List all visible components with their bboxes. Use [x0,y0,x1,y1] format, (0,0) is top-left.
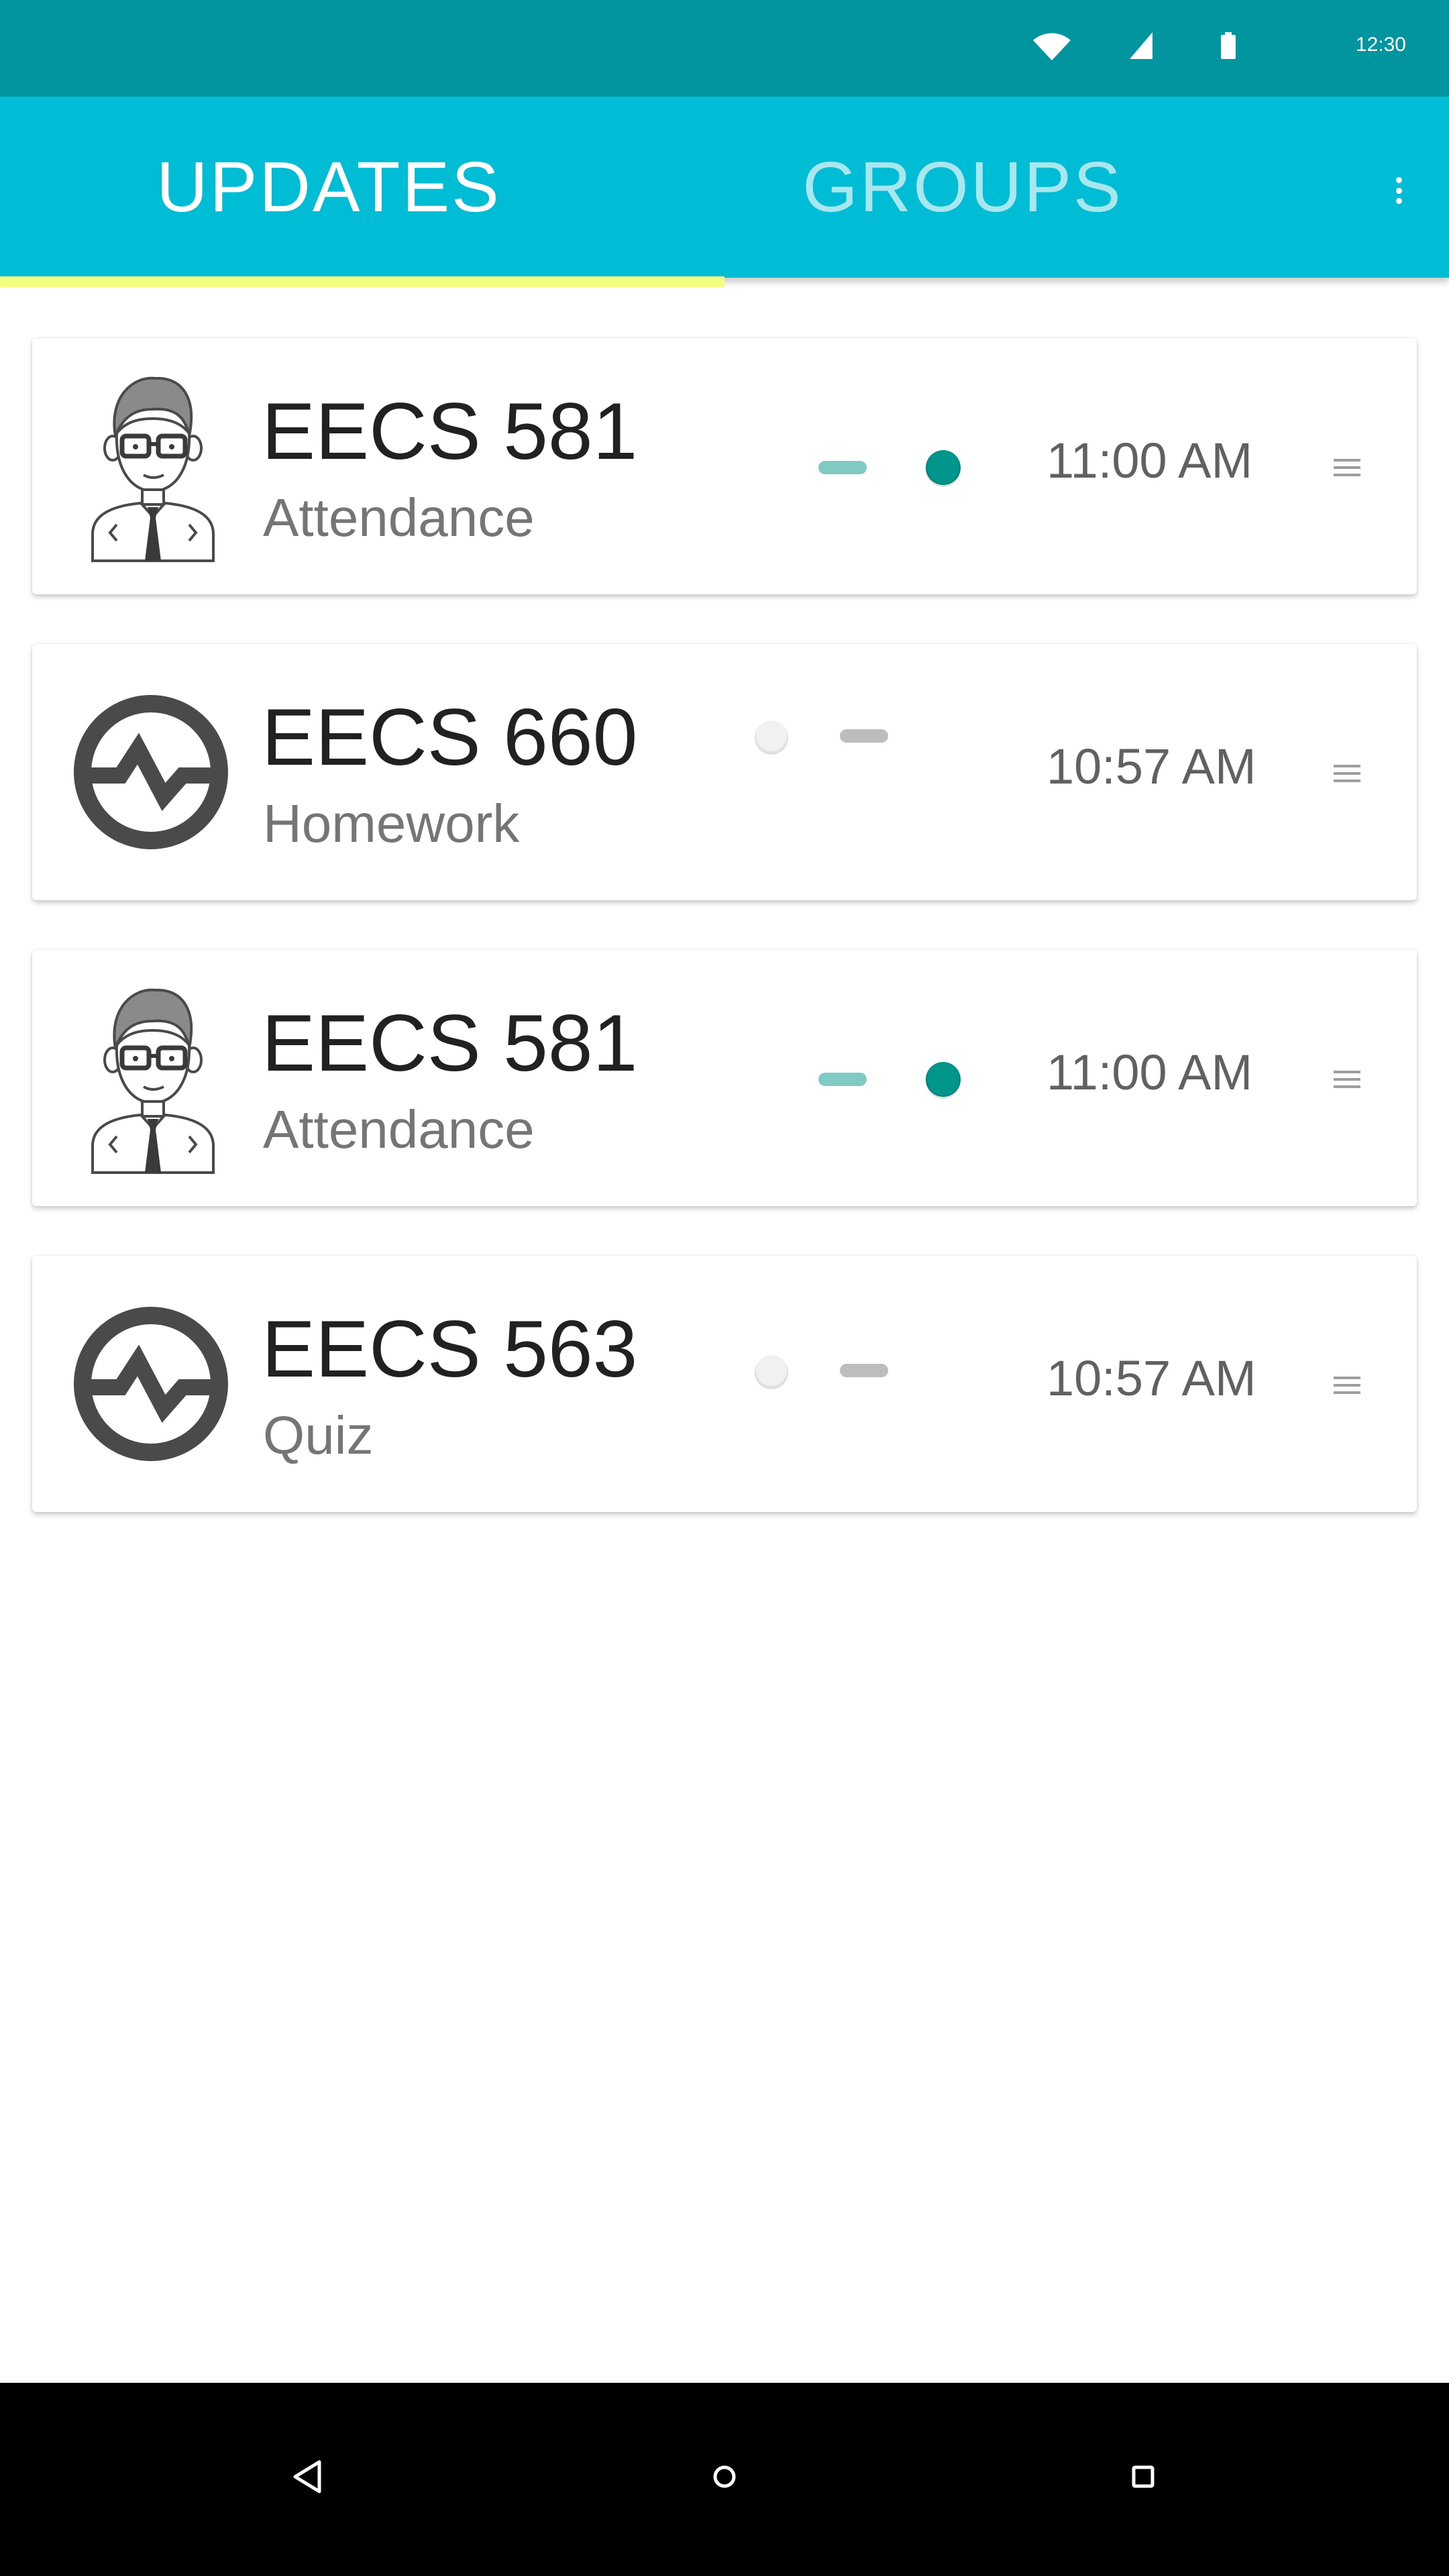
tab-indicator [0,276,724,287]
app-bar: UPDATES GROUPS [0,97,1449,278]
toggle-switch[interactable] [818,437,1033,498]
update-type: Attendance [263,488,535,547]
activity-pulse-icon [74,675,228,869]
course-title: EECS 563 [262,1304,638,1394]
toggle-switch[interactable] [754,706,969,766]
course-title: EECS 660 [262,692,638,782]
update-type: Quiz [263,1405,374,1465]
teacher-avatar-icon [74,369,228,564]
update-time: 10:57 AM [1046,1350,1256,1406]
toggle-switch[interactable] [818,1049,1033,1110]
back-icon[interactable] [288,2457,329,2497]
update-card[interactable]: EECS 563 Quiz 10:57 AM [32,1256,1417,1512]
update-card[interactable]: EECS 581 Attendance 11:00 AM [32,338,1417,594]
tab-groups[interactable]: GROUPS [724,97,1449,278]
teacher-avatar-icon [74,981,228,1175]
system-nav-bar [0,2383,1449,2576]
tab-updates[interactable]: UPDATES [0,97,724,278]
cell-signal-icon [1130,32,1152,59]
toggle-switch[interactable] [754,1340,969,1401]
recents-icon[interactable] [1123,2457,1163,2497]
update-card[interactable]: EECS 581 Attendance 11:00 AM [32,950,1417,1206]
course-title: EECS 581 [262,386,638,476]
drag-handle-icon[interactable] [1334,1375,1360,1395]
home-icon[interactable] [704,2457,745,2497]
update-time: 10:57 AM [1046,739,1256,794]
update-type: Homework [263,794,520,853]
status-bar: 12:30 [0,0,1449,97]
status-clock: 12:30 [1355,34,1406,56]
activity-pulse-icon [74,1287,228,1481]
update-time: 11:00 AM [1046,433,1253,488]
drag-handle-icon[interactable] [1334,763,1360,784]
update-time: 11:00 AM [1046,1044,1253,1100]
drag-handle-icon[interactable] [1334,458,1360,478]
overflow-menu-icon[interactable] [1389,177,1409,204]
wifi-icon [1033,33,1071,60]
update-type: Attendance [263,1099,535,1159]
update-card[interactable]: EECS 660 Homework 10:57 AM [32,644,1417,900]
drag-handle-icon[interactable] [1334,1069,1360,1089]
course-title: EECS 581 [262,998,638,1088]
battery-icon [1221,32,1236,59]
